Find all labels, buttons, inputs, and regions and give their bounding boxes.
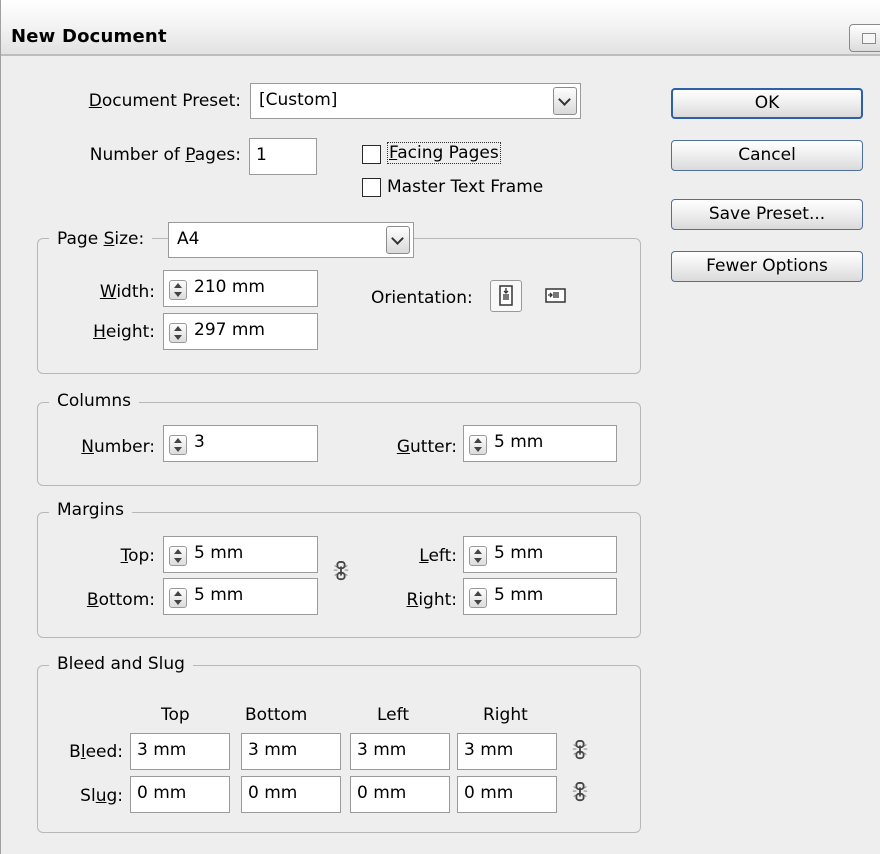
bleed-column-bottom: Bottom: [245, 705, 308, 725]
document-preset-value: [Custom]: [259, 90, 338, 110]
height-label: Height:: [93, 322, 155, 342]
bleed-column-right: Right: [483, 705, 528, 725]
height-value: 297 mm: [194, 320, 265, 340]
margin-bottom-input[interactable]: 5 mm: [163, 578, 318, 615]
chain-link-icon[interactable]: [571, 782, 589, 802]
page-size-label: Page Size:: [49, 229, 153, 249]
width-label: Width:: [99, 282, 155, 302]
margin-left-input[interactable]: 5 mm: [463, 536, 617, 573]
stepper-icon[interactable]: [169, 435, 187, 455]
facing-pages-checkbox[interactable]: [362, 145, 381, 164]
orientation-label: Orientation:: [371, 288, 473, 308]
bleed-left-input[interactable]: 3 mm: [350, 733, 450, 770]
slug-left-input[interactable]: 0 mm: [350, 776, 450, 813]
margin-right-value: 5 mm: [494, 585, 544, 605]
stepper-icon[interactable]: [169, 280, 187, 300]
columns-legend: Columns: [49, 391, 139, 411]
number-of-pages-label: Number of Pages:: [89, 145, 241, 165]
window-control-button[interactable]: [849, 24, 880, 52]
chevron-down-icon[interactable]: [386, 226, 410, 254]
margin-right-input[interactable]: 5 mm: [463, 578, 617, 615]
stepper-icon[interactable]: [469, 546, 487, 566]
column-number-value: 3: [194, 432, 205, 452]
chevron-down-icon[interactable]: [553, 87, 577, 115]
chain-link-icon[interactable]: [571, 740, 589, 760]
bleed-right-input[interactable]: 3 mm: [457, 733, 557, 770]
page-size-value: A4: [177, 229, 200, 249]
margin-bottom-label: Bottom:: [86, 590, 155, 610]
facing-pages-label[interactable]: Facing Pages: [387, 142, 501, 164]
margin-top-input[interactable]: 5 mm: [163, 536, 318, 573]
width-input[interactable]: 210 mm: [163, 270, 318, 307]
slug-right-input[interactable]: 0 mm: [457, 776, 557, 813]
margin-top-value: 5 mm: [194, 543, 244, 563]
page-size-select[interactable]: A4: [168, 222, 414, 258]
bleed-bottom-input[interactable]: 3 mm: [241, 733, 341, 770]
bleed-label: Bleed:: [69, 742, 123, 762]
cancel-button[interactable]: Cancel: [671, 140, 863, 171]
height-input[interactable]: 297 mm: [163, 313, 318, 350]
bleed-slug-legend: Bleed and Slug: [49, 654, 193, 674]
margin-bottom-value: 5 mm: [194, 585, 244, 605]
gutter-value: 5 mm: [494, 432, 544, 452]
slug-top-input[interactable]: 0 mm: [130, 776, 230, 813]
margin-right-label: Right:: [406, 590, 458, 610]
stepper-icon[interactable]: [169, 588, 187, 608]
slug-label: Slug:: [80, 786, 123, 806]
title-bar[interactable]: New Document: [1, 0, 880, 56]
fewer-options-button[interactable]: Fewer Options: [671, 251, 863, 282]
number-of-pages-input[interactable]: 1: [249, 138, 317, 175]
save-preset-button[interactable]: Save Preset...: [671, 199, 863, 230]
margin-top-label: Top:: [120, 546, 155, 566]
stepper-icon[interactable]: [169, 323, 187, 343]
landscape-orientation-icon[interactable]: [541, 280, 573, 312]
margin-left-label: Left:: [419, 546, 457, 566]
gutter-label: Gutter:: [396, 437, 457, 457]
stepper-icon[interactable]: [469, 435, 487, 455]
bleed-column-top: Top: [161, 705, 190, 725]
bleed-column-left: Left: [377, 705, 409, 725]
bleed-top-input[interactable]: 3 mm: [130, 733, 230, 770]
column-number-input[interactable]: 3: [163, 425, 318, 462]
document-preset-label: Document Preset:: [88, 91, 241, 111]
width-value: 210 mm: [194, 277, 265, 297]
stepper-icon[interactable]: [469, 588, 487, 608]
margins-legend: Margins: [49, 500, 132, 520]
dialog-title: New Document: [11, 26, 167, 47]
document-preset-select[interactable]: [Custom]: [250, 83, 581, 119]
slug-bottom-input[interactable]: 0 mm: [241, 776, 341, 813]
restore-icon: [862, 33, 876, 44]
margin-left-value: 5 mm: [494, 543, 544, 563]
new-document-dialog: New Document Document Preset: [Custom] N…: [0, 0, 880, 854]
stepper-icon[interactable]: [169, 546, 187, 566]
gutter-input[interactable]: 5 mm: [463, 425, 617, 462]
column-number-label: Number:: [81, 437, 155, 457]
ok-button[interactable]: OK: [671, 88, 863, 119]
master-text-frame-label[interactable]: Master Text Frame: [387, 177, 543, 197]
master-text-frame-checkbox[interactable]: [362, 178, 381, 197]
portrait-orientation-icon[interactable]: [490, 280, 522, 312]
